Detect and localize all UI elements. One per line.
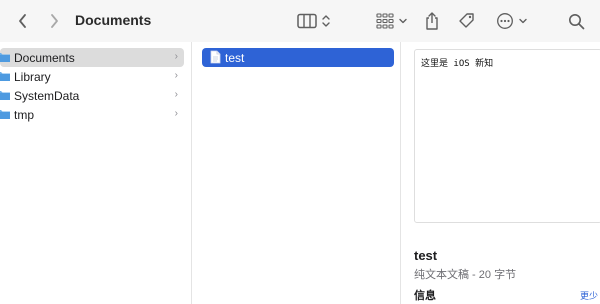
folder-item-label: Library: [14, 70, 51, 84]
preview-file-kind: 纯文本文稿 - 20 字节: [414, 269, 517, 281]
grid-icon: [376, 13, 394, 29]
share-icon: [426, 12, 438, 30]
chevron-up-down-icon: [322, 15, 330, 27]
preview-column: 这里是 iOS 新知 test 纯文本文稿 - 20 字节 信息 更少: [402, 42, 600, 304]
preview-pane: 这里是 iOS 新知: [414, 49, 600, 223]
column-view-icon: [297, 13, 317, 29]
folder-icon: [0, 91, 10, 100]
folder-item-label: tmp: [14, 108, 35, 122]
folder-item-tmp[interactable]: tmp ›: [0, 105, 184, 124]
search-button[interactable]: [568, 9, 585, 33]
file-column: test: [193, 42, 401, 304]
chevron-down-icon: [399, 18, 407, 24]
chevron-right-icon: [51, 14, 58, 28]
view-mode-button[interactable]: [297, 9, 331, 33]
preview-file-name: test: [414, 248, 438, 263]
more-actions-button[interactable]: [496, 9, 528, 33]
group-button[interactable]: [376, 9, 408, 33]
folder-item-documents[interactable]: Documents ›: [0, 48, 184, 67]
forward-button[interactable]: [43, 10, 65, 32]
chevron-right-icon: ›: [174, 108, 178, 119]
info-section-title: 信息: [414, 290, 436, 302]
chevron-right-icon: ›: [174, 89, 178, 100]
share-button[interactable]: [424, 9, 440, 33]
back-button[interactable]: [12, 10, 34, 32]
tag-icon: [459, 13, 474, 28]
folder-icon: [0, 110, 10, 119]
folder-item-systemdata[interactable]: SystemData ›: [0, 86, 184, 105]
show-less-link[interactable]: 更少: [580, 289, 598, 302]
folder-item-label: SystemData: [14, 89, 80, 103]
folder-item-library[interactable]: Library ›: [0, 67, 184, 86]
ellipsis-icon: [497, 13, 513, 29]
document-icon: [210, 50, 221, 64]
window-title: Documents: [75, 12, 152, 28]
preview-text: 这里是 iOS 新知: [421, 59, 494, 69]
tag-button[interactable]: [458, 9, 476, 33]
file-item-test[interactable]: test: [202, 48, 394, 67]
search-icon: [569, 13, 585, 29]
toolbar: Documents: [0, 0, 600, 42]
folder-icon: [0, 53, 10, 62]
folder-icon: [0, 72, 10, 81]
chevron-right-icon: ›: [174, 70, 178, 81]
folder-item-label: Documents: [14, 51, 75, 65]
chevron-down-icon: [519, 18, 527, 24]
chevron-right-icon: ›: [174, 51, 178, 62]
file-item-label: test: [225, 51, 245, 65]
chevron-left-icon: [19, 14, 26, 28]
folder-column: Documents › Library › SystemData › tmp ›: [0, 42, 192, 304]
